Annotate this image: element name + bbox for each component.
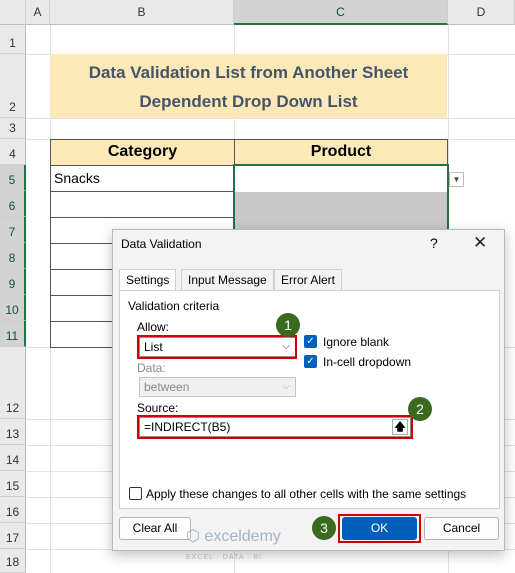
help-button[interactable]: ? bbox=[430, 235, 438, 251]
clear-all-button[interactable]: Clear All bbox=[119, 517, 191, 540]
apply-all-label: Apply these changes to all other cells w… bbox=[146, 487, 467, 501]
watermark-name: exceldemy bbox=[204, 528, 281, 545]
validation-criteria-label: Validation criteria bbox=[128, 299, 220, 313]
annotation-badge-2: 2 bbox=[408, 397, 432, 421]
row-header-3[interactable]: 3 bbox=[0, 118, 26, 139]
row-header-15[interactable]: 15 bbox=[0, 471, 26, 497]
gridline bbox=[26, 118, 515, 119]
header-category[interactable]: Category bbox=[50, 139, 235, 166]
column-header-c[interactable]: C bbox=[234, 0, 448, 25]
row-header-18[interactable]: 18 bbox=[0, 549, 26, 573]
allow-label: Allow: bbox=[137, 320, 170, 334]
tab-input-message[interactable]: Input Message bbox=[181, 269, 274, 291]
chevron-down-icon: ▼ bbox=[452, 175, 461, 184]
watermark-tagline: EXCEL · DATA · BI bbox=[186, 554, 262, 561]
row-header-5[interactable]: 5 bbox=[0, 165, 26, 191]
row-header-11[interactable]: 11 bbox=[0, 321, 26, 347]
close-button[interactable]: ✕ bbox=[473, 233, 487, 253]
data-label: Data: bbox=[137, 361, 166, 375]
exceldemy-logo-icon: ⬡ bbox=[186, 528, 200, 545]
select-all-corner[interactable] bbox=[0, 0, 26, 25]
cell-b6[interactable] bbox=[50, 191, 235, 218]
dialog-title: Data Validation bbox=[121, 237, 202, 251]
column-header-a[interactable]: A bbox=[26, 0, 50, 25]
row-header-14[interactable]: 14 bbox=[0, 445, 26, 471]
annotation-badge-1: 1 bbox=[276, 313, 300, 337]
row-header-8[interactable]: 8 bbox=[0, 243, 26, 269]
settings-pane: Validation criteria Allow: List ⌵ ✓ Igno… bbox=[119, 290, 500, 509]
header-product[interactable]: Product bbox=[234, 139, 448, 166]
column-header-b[interactable]: B bbox=[50, 0, 234, 25]
highlight-source bbox=[137, 415, 413, 439]
row-header-6[interactable]: 6 bbox=[0, 191, 26, 217]
cell-b5[interactable]: Snacks bbox=[50, 165, 235, 192]
column-header-d[interactable]: D bbox=[448, 0, 515, 25]
ignore-blank-checkbox[interactable]: ✓ bbox=[304, 335, 317, 348]
close-icon: ✕ bbox=[473, 233, 488, 252]
tab-settings[interactable]: Settings bbox=[119, 269, 177, 291]
ignore-blank-label: Ignore blank bbox=[323, 335, 390, 349]
annotation-badge-3: 3 bbox=[312, 516, 336, 540]
apply-all-checkbox[interactable] bbox=[129, 487, 142, 500]
data-value: between bbox=[144, 380, 190, 394]
row-header-2[interactable]: 2 bbox=[0, 54, 26, 118]
source-label: Source: bbox=[137, 401, 179, 415]
title-line-2: Dependent Drop Down List bbox=[139, 92, 358, 111]
row-header-17[interactable]: 17 bbox=[0, 523, 26, 549]
row-header-1[interactable]: 1 bbox=[0, 25, 26, 54]
row-header-13[interactable]: 13 bbox=[0, 419, 26, 445]
row-header-9[interactable]: 9 bbox=[0, 269, 26, 295]
row-header-4[interactable]: 4 bbox=[0, 139, 26, 165]
highlight-allow bbox=[137, 335, 297, 359]
highlight-ok bbox=[338, 514, 421, 543]
sheet-title: Data Validation List from Another Sheet … bbox=[50, 54, 447, 118]
row-header-7[interactable]: 7 bbox=[0, 217, 26, 243]
title-line-1: Data Validation List from Another Sheet bbox=[88, 63, 409, 82]
cancel-button[interactable]: Cancel bbox=[424, 517, 499, 540]
tab-error-alert[interactable]: Error Alert bbox=[274, 269, 343, 291]
chevron-down-icon: ⌵ bbox=[282, 381, 290, 392]
row-header-10[interactable]: 10 bbox=[0, 295, 26, 321]
data-select: between ⌵ bbox=[139, 377, 296, 397]
exceldemy-watermark: ⬡ exceldemy EXCEL · DATA · BI bbox=[186, 526, 281, 564]
row-header-12[interactable]: 12 bbox=[0, 347, 26, 419]
in-cell-dropdown-label: In-cell dropdown bbox=[323, 355, 412, 369]
cell-dropdown-button[interactable]: ▼ bbox=[449, 172, 464, 187]
in-cell-dropdown-checkbox[interactable]: ✓ bbox=[304, 355, 317, 368]
data-validation-dialog: Data Validation ? ✕ Settings Input Messa… bbox=[112, 229, 505, 551]
row-header-16[interactable]: 16 bbox=[0, 497, 26, 523]
